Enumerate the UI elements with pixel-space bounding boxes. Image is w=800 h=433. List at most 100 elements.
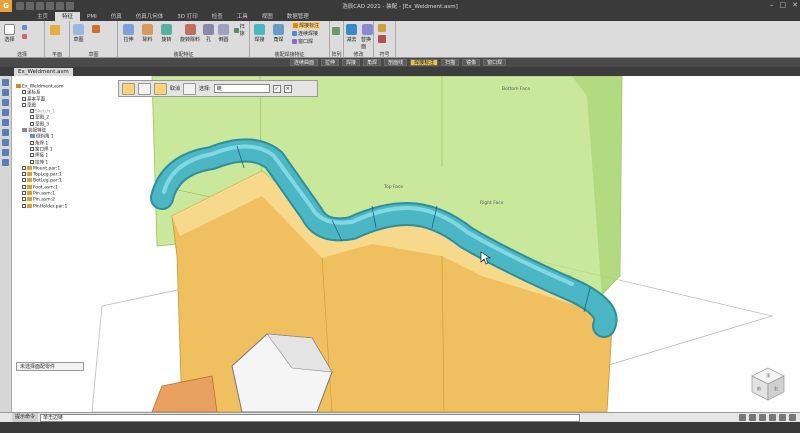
undo-icon[interactable] <box>46 2 54 10</box>
continuous-weld-tool[interactable]: 连续焊接 <box>292 30 318 37</box>
checkbox[interactable] <box>30 109 34 114</box>
window-weld-tool[interactable]: 窗口焊 <box>292 38 313 45</box>
feature-bar-item[interactable]: 扫描 <box>441 59 460 66</box>
pathfinder-icon[interactable] <box>2 79 9 86</box>
checkbox[interactable] <box>30 115 34 120</box>
feature-bar-item[interactable]: 焊接 <box>342 59 361 66</box>
pattern-tool[interactable] <box>332 27 340 35</box>
group-plane: 平面 <box>45 21 70 58</box>
relation-icon[interactable] <box>2 139 9 146</box>
open-icon[interactable] <box>26 2 34 10</box>
tab-inspect[interactable]: 检查 <box>205 12 230 21</box>
weld-command-bar: 取消 选择: 链 ✓ ✕ <box>118 80 318 97</box>
round-tool[interactable]: 倒圆 <box>218 24 229 43</box>
sweep-tool[interactable]: 扫掠 <box>234 23 249 37</box>
feature-bar-item[interactable]: 剖面线 <box>384 59 408 66</box>
reject-icon[interactable]: ✕ <box>283 84 292 93</box>
tab-home[interactable]: 主页 <box>30 12 55 21</box>
tab-features[interactable]: 特征 <box>55 12 81 21</box>
checkbox[interactable] <box>30 140 34 145</box>
print-icon[interactable] <box>66 2 74 10</box>
accept-icon[interactable]: ✓ <box>272 84 281 93</box>
checkbox[interactable] <box>22 203 26 208</box>
checkbox[interactable] <box>30 153 34 158</box>
checkbox[interactable] <box>22 165 26 170</box>
camera-icon[interactable] <box>2 149 9 156</box>
weld-label-tool[interactable]: 焊接标注 <box>292 22 321 29</box>
checkbox[interactable] <box>22 178 26 183</box>
model-scene[interactable]: Bottom Face Top Face Right Face <box>12 76 800 412</box>
maximize-icon[interactable]: □ <box>780 1 787 9</box>
feature-bar-item-active[interactable]: 焊接标注 <box>410 59 439 66</box>
feature-bar-item[interactable]: 连续曲面 <box>290 59 319 66</box>
subtract-tool[interactable]: 减去 <box>346 24 357 43</box>
select-option[interactable] <box>22 25 27 30</box>
library-icon[interactable] <box>2 99 9 106</box>
fit-icon[interactable] <box>769 414 776 421</box>
tab-tools[interactable]: 工具 <box>230 12 255 21</box>
feature-bar-item[interactable]: 镜像 <box>462 59 481 66</box>
filter-button[interactable] <box>183 82 197 95</box>
close-icon[interactable]: ✕ <box>792 1 798 9</box>
checkbox[interactable] <box>22 191 26 196</box>
extrude-tool[interactable]: 拉伸 <box>123 24 134 43</box>
document-tab[interactable]: Ex_Weldment.asm <box>14 68 73 76</box>
replace-face-tool[interactable]: 替换面 <box>361 24 373 50</box>
feature-icon[interactable] <box>2 129 9 136</box>
checkbox[interactable] <box>22 172 26 177</box>
cut-tool[interactable]: 除料 <box>142 24 153 43</box>
minimize-icon[interactable]: – <box>770 1 774 9</box>
select-tool[interactable]: 选择 <box>4 24 15 43</box>
weld-step-button[interactable] <box>122 82 135 95</box>
symbol-tool[interactable] <box>378 24 386 32</box>
3d-viewport[interactable]: Bottom Face Top Face Right Face Ex_Weldm… <box>12 76 800 412</box>
tab-view[interactable]: 视图 <box>255 12 280 21</box>
feature-bar-item[interactable]: 角焊 <box>363 59 382 66</box>
family-icon[interactable] <box>2 119 9 126</box>
checkbox[interactable] <box>22 96 26 101</box>
sketch-tool[interactable]: 草图 <box>73 24 84 43</box>
tab-sim-geometry[interactable]: 仿真几何体 <box>129 12 171 21</box>
tab-data-management[interactable]: 数据管理 <box>280 12 316 21</box>
checkbox[interactable] <box>30 159 34 164</box>
select-mode-dropdown[interactable]: 链 <box>213 84 270 93</box>
checkbox[interactable] <box>22 197 26 202</box>
zoom-icon[interactable] <box>739 414 746 421</box>
options-button[interactable] <box>138 82 151 95</box>
checkbox[interactable] <box>30 121 34 126</box>
checkbox[interactable] <box>22 184 26 189</box>
select-step-button[interactable] <box>154 82 167 95</box>
tab-3d-print[interactable]: 3D 打印 <box>170 12 204 21</box>
tab-simulation[interactable]: 仿真 <box>104 12 129 21</box>
prompt-field[interactable]: 单击边链 <box>40 413 581 422</box>
display-icon[interactable] <box>789 414 796 421</box>
tab-pmi[interactable]: PMI <box>80 12 104 21</box>
sensor-icon[interactable] <box>2 109 9 116</box>
appearance-icon[interactable] <box>2 159 9 166</box>
redo-icon[interactable] <box>56 2 64 10</box>
view-icon[interactable] <box>779 414 786 421</box>
checkbox[interactable] <box>30 146 34 151</box>
revolve-tool[interactable]: 旋转 <box>161 24 172 43</box>
app-logo[interactable]: G <box>0 0 12 12</box>
sketch-sub-tool[interactable] <box>92 25 100 33</box>
new-icon[interactable] <box>16 2 24 10</box>
symbol-tool-2[interactable] <box>378 35 386 43</box>
checkbox[interactable] <box>22 90 26 95</box>
rotate-icon[interactable] <box>759 414 766 421</box>
select-option-2[interactable] <box>22 34 27 39</box>
save-icon[interactable] <box>36 2 44 10</box>
feature-bar-item[interactable]: 窗口焊 <box>483 59 507 66</box>
revolve-cut-tool[interactable]: 旋转除料 <box>180 24 200 43</box>
layers-icon[interactable] <box>2 89 9 96</box>
checkbox[interactable] <box>22 102 26 107</box>
weld-tool[interactable]: 焊接 <box>254 24 265 43</box>
plane-tool[interactable] <box>50 25 60 35</box>
fillet-weld-tool[interactable]: 角焊 <box>273 24 284 43</box>
pan-icon[interactable] <box>749 414 756 421</box>
tree-item[interactable]: PinHolder.par:1 <box>14 203 114 210</box>
view-cube[interactable]: 顶 前 右 <box>748 366 788 402</box>
cancel-button[interactable]: 取消 <box>170 85 180 92</box>
hole-tool[interactable]: 孔 <box>203 24 214 43</box>
feature-bar-item[interactable]: 拉伸 <box>321 59 340 66</box>
